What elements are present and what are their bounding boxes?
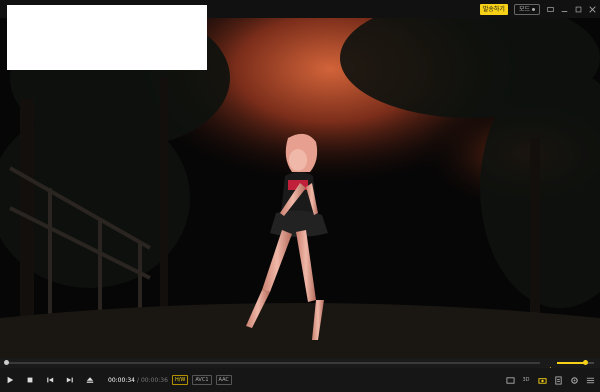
seek-bar[interactable] <box>6 362 540 364</box>
volume-level <box>557 362 585 364</box>
menu-button[interactable] <box>584 374 596 386</box>
skip-forward-icon <box>66 377 73 383</box>
seek-bar-area <box>0 358 600 374</box>
eject-icon <box>86 377 94 383</box>
skip-back-icon <box>47 377 54 383</box>
minimize-icon[interactable] <box>560 6 568 14</box>
play-icon <box>7 376 14 384</box>
menu-icon <box>586 377 594 383</box>
stop-icon <box>27 377 33 383</box>
time-display: 00:00:34/00:00:36 <box>108 377 168 384</box>
audio-codec-badge[interactable]: AAC <box>215 375 232 385</box>
speaker-icon[interactable] <box>546 359 554 374</box>
seek-handle[interactable] <box>4 360 9 365</box>
volume-handle[interactable] <box>582 360 588 365</box>
playlist-button[interactable] <box>552 374 564 386</box>
current-time: 00:00:34 <box>108 376 135 384</box>
hw-decoder-badge[interactable]: H/W <box>171 375 189 385</box>
mode-dropdown-icon <box>532 8 535 11</box>
video-codec-badge[interactable]: AVC1 <box>192 375 212 385</box>
playlist-icon <box>554 375 562 385</box>
camera-icon <box>537 377 547 384</box>
media-player-window: 발송하기 모드 00:00:34 / 00:00:36 H/W AVC1 AAC… <box>0 0 600 392</box>
close-icon[interactable] <box>588 6 596 14</box>
aspect-ratio-icon <box>505 376 515 384</box>
three-d-button[interactable]: 3D <box>520 374 532 386</box>
mode-label: 모드 <box>518 6 530 13</box>
pin-icon[interactable] <box>546 6 554 14</box>
capture-button[interactable] <box>536 374 548 386</box>
total-time: 00:00:36 <box>140 376 168 384</box>
eject-button[interactable] <box>80 370 100 390</box>
stop-button[interactable] <box>20 370 40 390</box>
play-button[interactable] <box>0 370 20 390</box>
mode-dropdown[interactable]: 모드 <box>513 4 540 15</box>
settings-button[interactable] <box>568 374 580 386</box>
volume-control <box>546 359 594 374</box>
screen-ratio-button[interactable] <box>504 374 516 386</box>
gear-icon <box>570 376 578 384</box>
next-button[interactable] <box>60 370 80 390</box>
titlebar-controls: 발송하기 모드 <box>479 4 596 15</box>
volume-slider[interactable] <box>557 360 594 365</box>
maximize-icon[interactable] <box>574 6 582 14</box>
control-bar: 00:00:34/00:00:36 H/W AVC1 AAC 3D <box>0 368 600 392</box>
previous-button[interactable] <box>40 370 60 390</box>
title-overlay-box <box>7 5 207 70</box>
send-badge-button[interactable]: 발송하기 <box>479 4 508 15</box>
right-controls: 3D <box>504 374 596 386</box>
